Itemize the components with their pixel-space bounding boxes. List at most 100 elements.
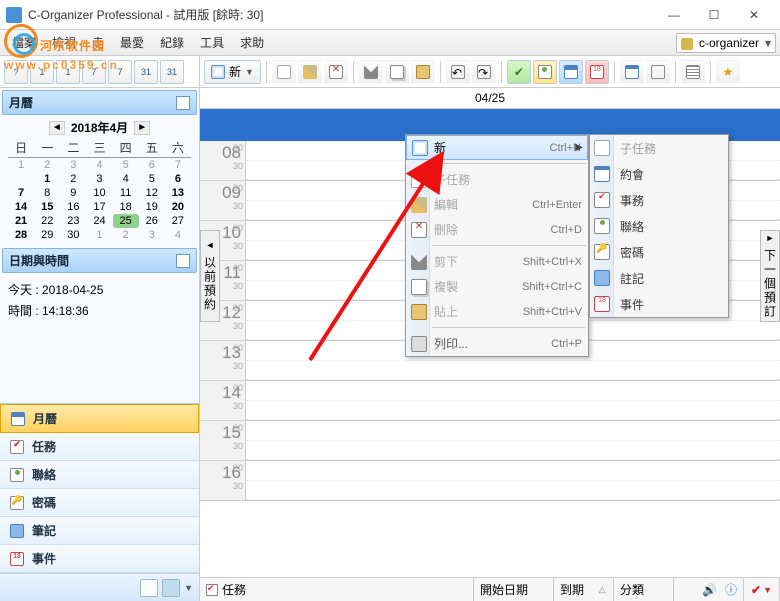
ctx-item-2[interactable]: 子任務 [406,167,588,192]
submenu-item-1[interactable]: 約會 [590,161,728,187]
new-button[interactable]: 新 ▼ [204,60,261,84]
edit-button[interactable] [298,60,322,84]
cal-day[interactable]: 9 [60,186,86,200]
cal-day[interactable]: 17 [86,200,112,214]
time-cell[interactable] [246,461,780,500]
cal-day[interactable]: 1 [8,158,34,173]
cal-day[interactable]: 2 [113,228,139,242]
cal-day[interactable]: 23 [60,214,86,228]
submenu-item-2[interactable]: 事務 [590,187,728,213]
cal-day[interactable]: 27 [165,214,191,228]
cal-day[interactable]: 1 [86,228,112,242]
cal-day[interactable]: 2 [34,158,60,173]
ctx-item-3[interactable]: 編輯Ctrl+Enter [406,192,588,217]
nav-item-1[interactable]: 任務 [0,433,199,461]
cal-day[interactable]: 19 [139,200,165,214]
cal-day[interactable]: 30 [60,228,86,242]
next-appointments-tab[interactable]: ► 下一個預訂 [760,230,780,322]
cal-day[interactable]: 5 [113,158,139,173]
info-icon[interactable]: ⓘ [725,581,737,598]
nav-item-4[interactable]: 筆記 [0,517,199,545]
menu-3[interactable]: 最愛 [112,31,152,54]
task-col-start[interactable]: 開始日期 [474,578,554,601]
ctx-item-0[interactable]: 新Ctrl+N▶ [406,135,588,160]
cal-day[interactable]: 28 [8,228,34,242]
cal-day[interactable]: 11 [113,186,139,200]
cal-day[interactable]: 13 [165,186,191,200]
ctx-item-4[interactable]: 刪除Ctrl+D [406,217,588,242]
cal-day[interactable]: 20 [165,200,191,214]
redo-button[interactable]: ↷ [472,60,496,84]
task-col-due[interactable]: 到期 △ [554,578,614,601]
submenu-item-3[interactable]: 聯絡 [590,213,728,239]
speaker-icon[interactable]: 🔊 [702,583,717,597]
menu-6[interactable]: 求助 [232,31,272,54]
paste-button[interactable] [411,60,435,84]
prev-month-button[interactable]: ◄ [49,121,65,135]
complete-icon[interactable]: ✔ [751,583,761,597]
cal-day[interactable]: 16 [60,200,86,214]
cal-day[interactable]: 14 [8,200,34,214]
undo-button[interactable]: ↶ [446,60,470,84]
time-cell[interactable] [246,381,780,420]
delete-button[interactable] [324,60,348,84]
submenu-item-0[interactable]: 子任務 [590,135,728,161]
view-mode-3[interactable]: 7 [82,60,106,84]
close-button[interactable]: ✕ [734,1,774,29]
star-button[interactable]: ★ [716,60,740,84]
cal-day[interactable]: 21 [8,214,34,228]
nav-item-2[interactable]: 聯絡 [0,461,199,489]
ctx-item-10[interactable]: 列印...Ctrl+P [406,331,588,356]
submenu-item-6[interactable]: 事件 [590,291,728,317]
copy-button[interactable] [385,60,409,84]
cal-day[interactable]: 3 [139,228,165,242]
cal-day[interactable]: 15 [34,200,60,214]
menu-2[interactable]: 走 [84,31,112,54]
nav-item-0[interactable]: 月曆 [0,404,199,433]
cal-day[interactable]: 3 [86,172,112,186]
chevron-down-icon[interactable]: ▼ [763,585,772,595]
view-mode-0[interactable]: ? [4,60,28,84]
ctx-item-6[interactable]: 剪下Shift+Ctrl+X [406,249,588,274]
nav-item-5[interactable]: 事件 [0,545,199,573]
database-selector[interactable]: c-organizer [676,33,776,53]
task-col-category[interactable]: 分類 [614,578,674,601]
menu-4[interactable]: 紀錄 [152,31,192,54]
cal-day[interactable]: 5 [139,172,165,186]
view-mode-6[interactable]: 31 [160,60,184,84]
filter-b-button[interactable] [646,60,670,84]
cal-day[interactable]: 22 [34,214,60,228]
time-cell[interactable] [246,421,780,460]
cal-day[interactable]: 4 [113,172,139,186]
view-mode-2[interactable]: 1 [56,60,80,84]
cal-day[interactable]: 1 [34,172,60,186]
cal-day[interactable]: 2 [60,172,86,186]
menu-0[interactable]: 檔案 [4,31,44,54]
cal-day[interactable]: 25 [113,214,139,228]
cal-day[interactable]: 12 [139,186,165,200]
view-cal-button[interactable] [559,60,583,84]
view-mode-1[interactable]: 1 [30,60,54,84]
cal-day[interactable]: 10 [86,186,112,200]
mini-calendar[interactable]: 日一二三四五六123456712345678910111213141516171… [0,138,199,246]
next-month-button[interactable]: ► [134,121,150,135]
view-mode-4[interactable]: 7 [108,60,132,84]
cal-day[interactable]: 6 [165,172,191,186]
menu-1[interactable]: 檢視 [44,31,84,54]
cal-day[interactable]: 24 [86,214,112,228]
cal-day[interactable]: 3 [60,158,86,173]
ctx-item-7[interactable]: 複製Shift+Ctrl+C [406,274,588,299]
nav-foot-btn-b[interactable] [162,579,180,597]
task-col-name[interactable]: 任務 [200,578,474,601]
cal-day[interactable]: 7 [8,186,34,200]
cal-day[interactable]: 8 [34,186,60,200]
ctx-item-8[interactable]: 貼上Shift+Ctrl+V [406,299,588,324]
submenu-item-5[interactable]: 註記 [590,265,728,291]
prev-appointments-tab[interactable]: ◄ 以前預約 [200,230,220,322]
cal-day[interactable]: 7 [165,158,191,173]
cut-button[interactable] [359,60,383,84]
subtask-button[interactable] [272,60,296,84]
view-event-button[interactable] [585,60,609,84]
cal-day[interactable] [8,172,34,186]
nav-foot-btn-a[interactable] [140,579,158,597]
